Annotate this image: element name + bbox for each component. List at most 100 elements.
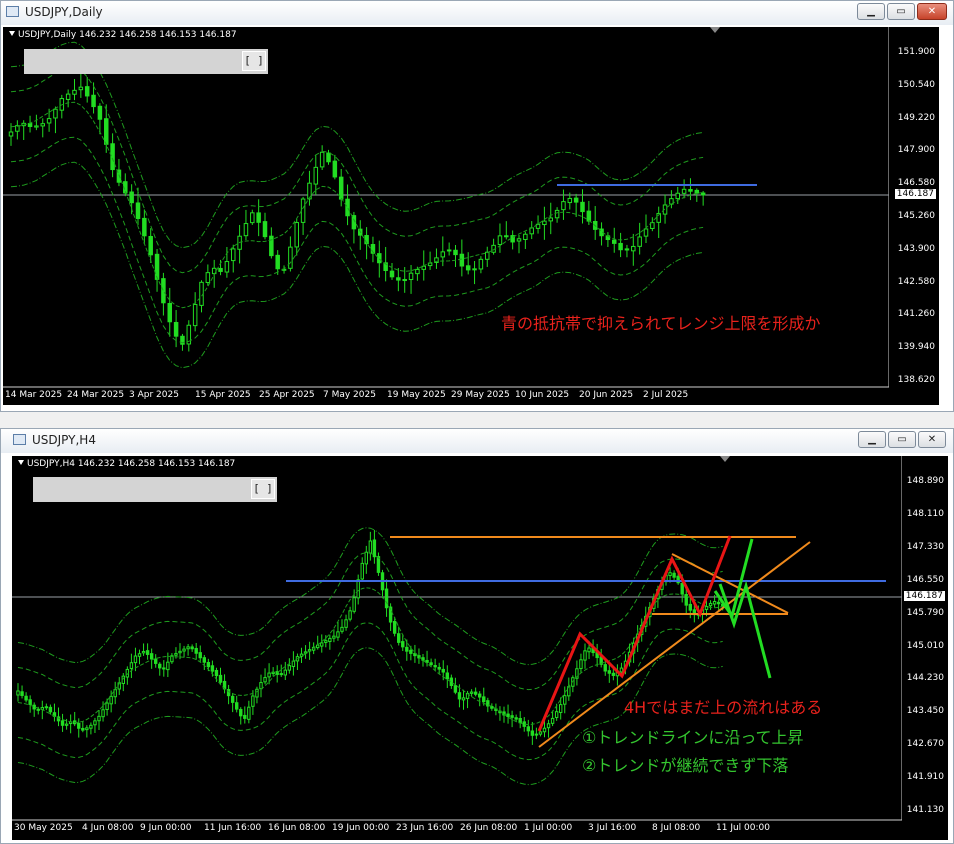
price-tick-label: 138.620 [897,375,935,385]
candle-body [473,691,478,695]
price-tick-label: 142.580 [897,276,935,287]
candle-body [158,663,162,669]
candle-body [263,677,267,683]
candle-body [44,706,49,709]
daily-price-axis[interactable]: 151.900 150.540 149.220 147.900 146.580 145.2… [889,27,939,387]
minimize-button[interactable]: ▁ [857,3,885,20]
candle-body [504,235,509,238]
h4-time-axis[interactable]: 30 May 2025 4 Jun 08:00 9 Jun 00:00 11 Jun … [12,820,902,840]
candle-body [396,277,401,281]
candle-body [332,160,338,178]
candle-body [344,619,348,628]
candle-body [587,647,591,653]
candle-body [110,143,115,171]
candle-body [561,201,566,211]
close-button[interactable]: ✕ [918,431,946,448]
minimize-button[interactable]: ▁ [858,431,886,448]
candle-body [166,661,170,671]
daily-time-axis[interactable]: 14 Mar 2025 24 Mar 2025 3 Apr 2025 15 Apr 2… [3,387,889,405]
candle-body [465,265,471,271]
h4-price-axis[interactable]: 148.890 148.110 147.330 146.550 145.790 145.0… [902,456,948,820]
candle-body [161,278,166,304]
candle-body [40,123,45,127]
candle-body [313,166,319,185]
time-tick-label: 14 Mar 2025 [5,390,63,400]
daily-panel-button[interactable]: [ ] [242,51,266,71]
candle-body [283,669,288,676]
h4-price-plot[interactable] [12,456,948,840]
time-tick-label: 30 May 2025 [14,823,73,833]
candle-body [688,603,692,611]
candle-body [174,653,178,656]
daily-titlebar[interactable]: USDJPY,Daily ▁ ▭ ✕ [1,1,953,25]
candle-body [612,239,617,244]
candle-body [214,669,219,677]
daily-price-plot[interactable] [3,27,939,405]
time-tick-label: 26 Jun 08:00 [460,823,518,833]
current-price-label: 146.187 [894,189,936,199]
current-price-label: 146.187 [903,591,945,601]
h4-chart-window[interactable]: USDJPY,H4 ▁ ▭ ✕ USDJPY,H4 146.232 146.25… [0,428,954,844]
candle-body [542,727,547,733]
close-button[interactable]: ✕ [917,3,947,20]
candle-body [712,601,717,605]
candle-body [408,272,414,281]
candle-body [202,657,207,663]
h4-annotation-2: ①トレンドラインに沿って上昇 [582,728,804,747]
h4-titlebar[interactable]: USDJPY,H4 ▁ ▭ ✕ [1,429,953,453]
candle-body [275,254,280,270]
price-tick-label: 141.910 [906,772,944,783]
h4-chart-area[interactable]: USDJPY,H4 146.232 146.258 146.153 146.18… [12,456,948,840]
candle-body [319,151,325,168]
time-tick-label: 2 Jul 2025 [643,390,689,400]
candle-body [497,235,503,245]
candle-body [433,665,437,668]
candle-body [105,702,109,710]
time-tick-label: 24 Mar 2025 [67,390,125,400]
h4-annotation-3: ②トレンドが継続できず下落 [582,756,789,775]
price-tick-label: 150.540 [897,79,935,90]
candle-body [104,118,109,145]
candle-body [91,94,96,108]
dropdown-triangle-icon [9,31,15,36]
candle-body [218,267,223,272]
candle-body [135,202,141,220]
h4-symbol-header: USDJPY,H4 146.232 146.258 146.153 146.18… [18,459,235,469]
candle-body [162,667,166,670]
candle-body [348,610,352,620]
time-tick-label: 23 Jun 16:00 [396,823,454,833]
price-tick-label: 148.890 [906,476,944,486]
time-tick-label: 3 Jul 16:00 [588,823,637,833]
h4-panel-button[interactable]: [ ] [251,479,275,499]
time-tick-label: 8 Jul 08:00 [652,823,701,833]
candle-body [78,86,84,91]
candle-body [48,706,53,713]
candle-body [384,588,389,609]
candle-body [243,223,249,237]
candle-body [377,253,382,264]
candle-body [235,702,239,710]
candle-body [60,720,65,726]
candle-body [328,637,332,643]
daily-chart-area[interactable]: USDJPY,Daily 146.232 146.258 146.153 146… [3,27,939,405]
candle-body [141,651,146,654]
candle-body [619,667,624,673]
maximize-button[interactable]: ▭ [888,431,916,448]
candle-body [583,650,587,661]
price-tick-label: 139.940 [897,342,935,353]
candle-body [65,93,71,100]
candle-body [81,727,85,731]
candle-body [563,695,567,705]
candle-body [259,682,263,690]
candle-body [269,235,274,257]
daily-chart-window[interactable]: USDJPY,Daily ▁ ▭ ✕ USDJPY,Daily 146.232 … [0,0,954,412]
candle-body [469,691,474,694]
candle-body [526,726,530,732]
candle-body [109,695,113,705]
candle-body [716,601,721,605]
candle-body [546,723,551,729]
maximize-button[interactable]: ▭ [887,3,915,20]
candle-body [149,653,154,660]
candle-body [457,692,462,700]
candle-body [154,658,158,664]
